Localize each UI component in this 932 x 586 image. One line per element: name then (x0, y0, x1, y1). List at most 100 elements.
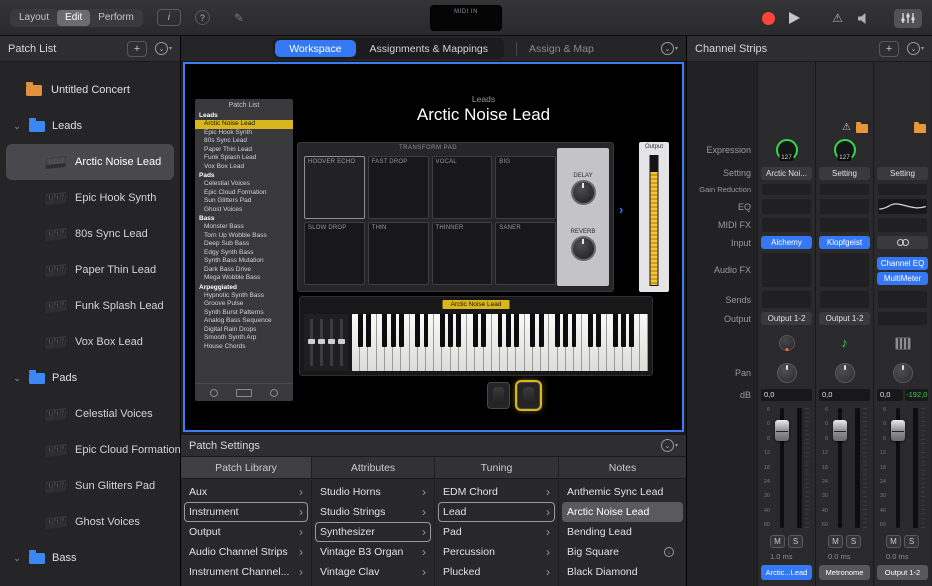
black-key[interactable] (399, 314, 404, 347)
eq-slot[interactable] (820, 199, 869, 214)
master-mute-icon[interactable] (857, 12, 872, 25)
mini-patch-item[interactable]: Synth Bass Mutation (195, 257, 293, 266)
mini-patch-item[interactable]: Groove Pulse (195, 300, 293, 309)
midi-fx-slot[interactable] (762, 218, 811, 232)
tab-assignments-mappings[interactable]: Assignments & Mappings (356, 40, 502, 57)
setting-field[interactable]: Setting (819, 167, 870, 180)
patch-settings-menu-button[interactable]: ⌄▾ (661, 439, 678, 452)
black-key[interactable] (358, 314, 363, 347)
tab-tuning[interactable]: Tuning (435, 457, 559, 478)
transform-pad[interactable]: SANER (495, 222, 556, 285)
patch-row[interactable]: 80s Sync Lead (0, 216, 180, 252)
patch-row[interactable]: Ghost Voices (0, 504, 180, 540)
workspace-menu-button[interactable]: ⌄▾ (661, 42, 678, 55)
black-key[interactable] (530, 314, 535, 347)
channel-strips-menu-button[interactable]: ⌄▾ (907, 42, 924, 55)
library-item[interactable]: Pad› (435, 522, 558, 542)
volume-value[interactable]: 0,0 (877, 389, 903, 401)
transform-pad[interactable]: FAST DROP (368, 156, 429, 219)
transform-pad[interactable]: HOOVER ECHO (304, 156, 365, 219)
mini-patch-item[interactable]: Edgy Synth Bass (195, 249, 293, 258)
solo-button[interactable]: S (846, 535, 861, 548)
library-item[interactable]: Studio Strings› (312, 502, 434, 522)
midi-fx-slot[interactable] (878, 218, 927, 232)
output-slot[interactable] (878, 312, 927, 325)
library-item[interactable]: Arctic Noise Lead (562, 502, 683, 522)
reverb-knob[interactable] (571, 236, 596, 261)
add-patch-button[interactable]: + (127, 41, 147, 57)
library-item[interactable]: Aux› (181, 482, 311, 502)
mini-patch-item[interactable]: Monster Bass (195, 223, 293, 232)
mini-patch-item[interactable]: Epic Hook Synth (195, 129, 293, 138)
library-item[interactable]: Output› (181, 522, 311, 542)
mini-patch-item[interactable]: Mega Wobble Bass (195, 274, 293, 283)
library-item[interactable]: Audio Channel Strips› (181, 542, 311, 562)
add-channel-strip-button[interactable]: + (879, 41, 899, 57)
mini-patch-item[interactable]: Synth Burst Patterns (195, 309, 293, 318)
gain-reduction-slot[interactable] (820, 184, 869, 196)
pan-knob[interactable] (893, 363, 913, 383)
patch-row[interactable]: Celestial Voices (0, 396, 180, 432)
library-item[interactable]: Percussion› (435, 542, 558, 562)
mini-patch-item[interactable]: Celestial Voices (195, 180, 293, 189)
white-key[interactable] (640, 314, 648, 371)
channel-strips-toggle-button[interactable] (894, 9, 922, 28)
audio-fx-plugin[interactable]: Channel EQ (877, 257, 928, 270)
black-key[interactable] (473, 314, 478, 347)
fader-cap[interactable] (833, 420, 847, 441)
volume-fader[interactable] (896, 408, 900, 528)
workspace-screen[interactable]: Leads Arctic Noise Lead Patch List Leads… (183, 62, 684, 432)
chevron-down-icon[interactable]: ⌄ (12, 553, 22, 564)
library-item[interactable]: Anthemic Sync Lead (559, 482, 686, 502)
black-key[interactable] (539, 314, 544, 347)
transform-pad[interactable]: SLOW DROP (304, 222, 365, 285)
volume-value[interactable]: 0,0 (819, 389, 870, 401)
pan-knob[interactable] (777, 363, 797, 383)
volume-value[interactable]: 0,0 (761, 389, 812, 401)
chevron-down-icon[interactable]: ⌄ (12, 373, 22, 384)
library-item[interactable]: Black Diamond (559, 562, 686, 582)
setting-field[interactable]: Arctic Noi... (761, 167, 812, 180)
fader-cap[interactable] (775, 420, 789, 441)
library-item[interactable]: Vintage B3 Organ› (312, 542, 434, 562)
transform-pad[interactable]: BIG (495, 156, 556, 219)
black-key[interactable] (572, 314, 577, 347)
audio-fx-slot[interactable] (762, 253, 811, 286)
panic-icon[interactable]: ⚠ (832, 11, 843, 25)
black-key[interactable] (498, 314, 503, 347)
expression-knob[interactable]: 127 (834, 139, 856, 161)
black-key[interactable] (366, 314, 371, 347)
mini-patch-item[interactable]: Torn Up Wobble Bass (195, 232, 293, 241)
library-item[interactable]: Studio Horns› (312, 482, 434, 502)
library-item[interactable]: Big Square↓ (559, 542, 686, 562)
library-item[interactable]: Bending Lead (559, 522, 686, 542)
pan-knob[interactable] (835, 363, 855, 383)
black-key[interactable] (563, 314, 568, 347)
black-key[interactable] (621, 314, 626, 347)
mute-button[interactable]: M (828, 535, 843, 548)
mode-layout-button[interactable]: Layout (11, 10, 57, 26)
black-key[interactable] (391, 314, 396, 347)
transform-pad[interactable]: VOCAL (432, 156, 493, 219)
mute-button[interactable]: M (770, 535, 785, 548)
black-key[interactable] (481, 314, 486, 347)
audio-fx-slot[interactable] (820, 253, 869, 286)
mini-patch-item[interactable]: Deep Sub Bass (195, 240, 293, 249)
midi-fx-slot[interactable] (820, 218, 869, 232)
transform-pad[interactable]: THIN (368, 222, 429, 285)
mini-patch-item[interactable]: Sun Glitters Pad (195, 197, 293, 206)
strip-name[interactable]: Arctic...Lead (761, 565, 812, 580)
mode-edit-button[interactable]: Edit (57, 10, 90, 26)
tab-attributes[interactable]: Attributes (312, 457, 435, 478)
solo-button[interactable]: S (904, 535, 919, 548)
patch-group-row[interactable]: ⌄Pads (0, 360, 180, 396)
patch-group-row[interactable]: ⌄Leads (0, 108, 180, 144)
black-key[interactable] (506, 314, 511, 347)
mini-patch-item[interactable]: Epic Cloud Formation (195, 189, 293, 198)
black-key[interactable] (456, 314, 461, 347)
input-plugin[interactable]: Alchemy (761, 236, 812, 249)
mini-patch-item[interactable]: Hypnotic Synth Bass (195, 292, 293, 301)
assign-map-button[interactable]: Assign & Map (529, 43, 594, 55)
library-item[interactable]: Plucked› (435, 562, 558, 582)
black-key[interactable] (555, 314, 560, 347)
